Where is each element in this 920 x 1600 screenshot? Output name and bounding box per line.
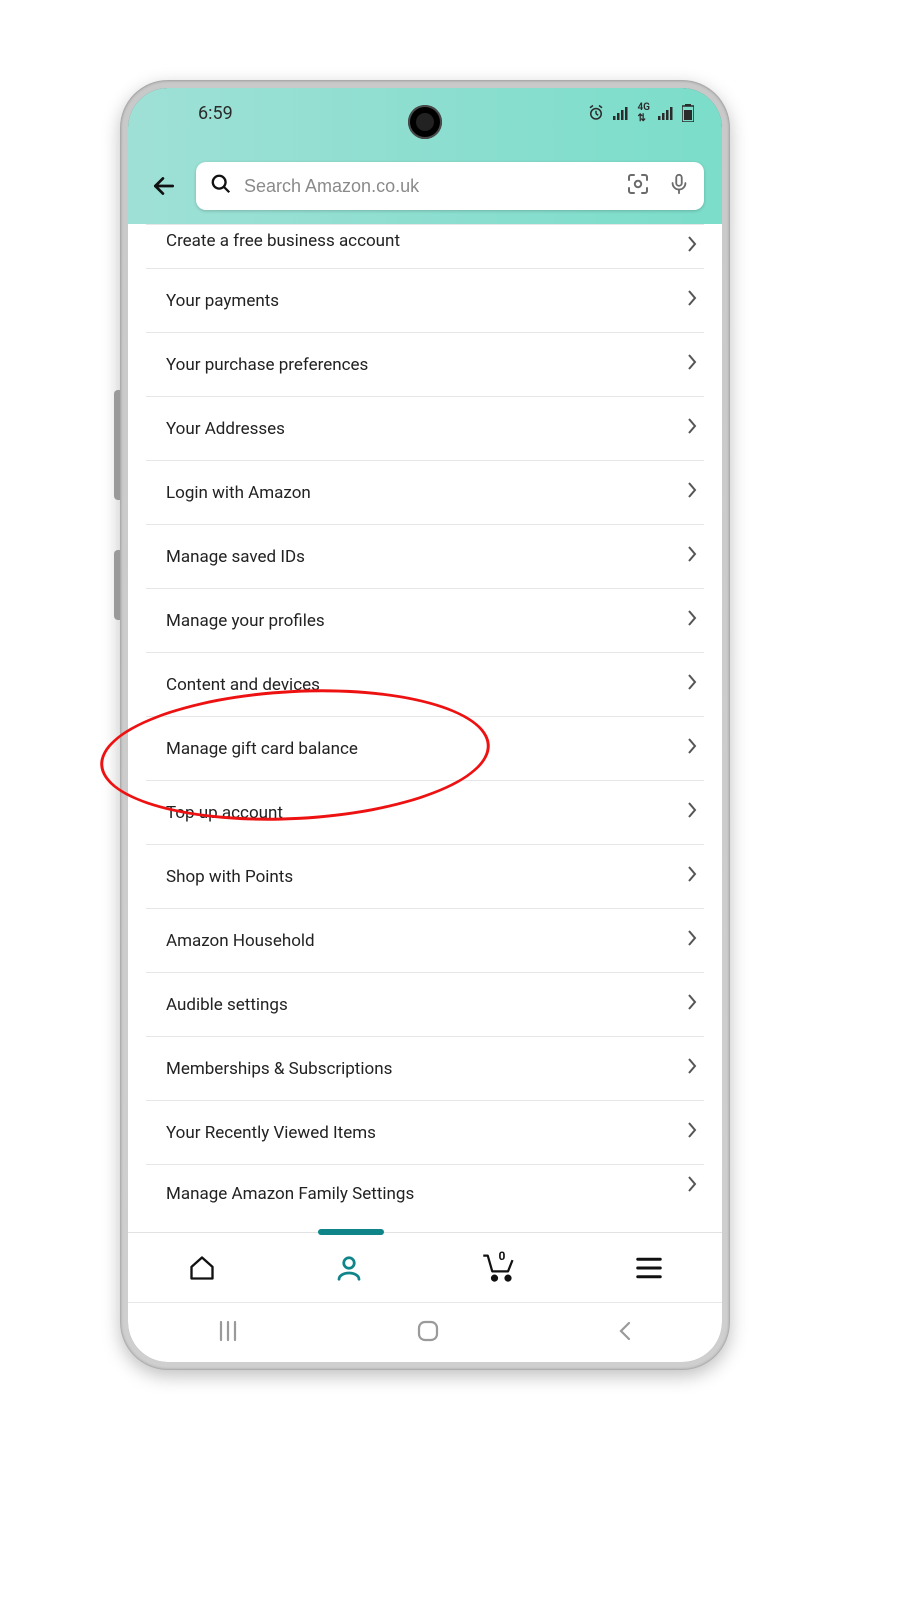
chevron-right-icon	[686, 289, 698, 312]
chevron-right-icon	[686, 801, 698, 824]
menu-item-purchase-prefs[interactable]: Your purchase preferences	[146, 333, 704, 397]
menu-item-login-amazon[interactable]: Login with Amazon	[146, 461, 704, 525]
chevron-right-icon	[686, 929, 698, 952]
camera-search-icon[interactable]	[626, 172, 650, 200]
menu-item-business-account[interactable]: Create a free business account	[146, 225, 704, 269]
menu-item-payments[interactable]: Your payments	[146, 269, 704, 333]
recents-button[interactable]	[215, 1320, 241, 1346]
menu-item-label: Top up account	[166, 803, 283, 823]
menu-item-label: Login with Amazon	[166, 483, 311, 503]
search-input[interactable]	[244, 176, 614, 197]
alarm-icon	[587, 104, 605, 122]
battery-icon	[682, 104, 694, 122]
chevron-right-icon	[686, 545, 698, 568]
network-4g-icon: 4G⇅	[637, 102, 650, 124]
menu-item-label: Your Addresses	[166, 419, 285, 439]
volume-button	[114, 390, 120, 500]
active-tab-indicator	[318, 1229, 384, 1235]
mic-icon[interactable]	[668, 172, 690, 200]
chevron-right-icon	[686, 993, 698, 1016]
search-box[interactable]	[196, 162, 704, 210]
chevron-right-icon	[686, 673, 698, 696]
menu-item-label: Manage Amazon Family Settings	[166, 1184, 414, 1204]
home-button[interactable]	[415, 1318, 441, 1348]
tab-cart[interactable]: 0	[481, 1253, 517, 1283]
status-time: 6:59	[198, 103, 233, 124]
signal-icon-2	[658, 106, 674, 120]
tab-menu[interactable]	[634, 1255, 664, 1281]
chevron-right-icon	[686, 1175, 698, 1198]
menu-item-shop-points[interactable]: Shop with Points	[146, 845, 704, 909]
menu-item-label: Content and devices	[166, 675, 320, 695]
menu-item-family-settings[interactable]: Manage Amazon Family Settings	[146, 1165, 704, 1207]
settings-list: Create a free business account Your paym…	[128, 224, 722, 1232]
menu-item-content-devices[interactable]: Content and devices	[146, 653, 704, 717]
signal-icon	[613, 106, 629, 120]
chevron-right-icon	[686, 353, 698, 376]
menu-item-recent-viewed[interactable]: Your Recently Viewed Items	[146, 1101, 704, 1165]
chevron-right-icon	[686, 1057, 698, 1080]
front-camera	[408, 105, 442, 139]
search-icon	[210, 173, 232, 199]
menu-item-label: Amazon Household	[166, 931, 315, 951]
menu-item-saved-ids[interactable]: Manage saved IDs	[146, 525, 704, 589]
menu-item-label: Shop with Points	[166, 867, 293, 887]
chevron-right-icon	[686, 481, 698, 504]
bottom-tab-nav: 0	[128, 1232, 722, 1302]
system-back-button[interactable]	[615, 1319, 635, 1347]
back-button[interactable]	[146, 173, 182, 199]
menu-item-label: Memberships & Subscriptions	[166, 1059, 392, 1079]
menu-item-topup[interactable]: Top up account	[146, 781, 704, 845]
menu-item-label: Manage saved IDs	[166, 547, 305, 567]
menu-item-label: Manage your profiles	[166, 611, 325, 631]
chevron-right-icon	[686, 235, 698, 258]
menu-item-addresses[interactable]: Your Addresses	[146, 397, 704, 461]
power-button	[114, 550, 120, 620]
chevron-right-icon	[686, 609, 698, 632]
menu-item-household[interactable]: Amazon Household	[146, 909, 704, 973]
chevron-right-icon	[686, 1121, 698, 1144]
menu-item-label: Your payments	[166, 291, 279, 311]
menu-item-label: Create a free business account	[166, 231, 400, 251]
chevron-right-icon	[686, 417, 698, 440]
tab-account[interactable]	[334, 1253, 364, 1283]
menu-item-gift-card[interactable]: Manage gift card balance	[146, 717, 704, 781]
menu-item-label: Manage gift card balance	[166, 739, 358, 759]
tab-home[interactable]	[187, 1254, 217, 1282]
menu-item-label: Audible settings	[166, 995, 288, 1015]
menu-item-audible[interactable]: Audible settings	[146, 973, 704, 1037]
chevron-right-icon	[686, 737, 698, 760]
menu-item-label: Your purchase preferences	[166, 355, 368, 375]
menu-item-profiles[interactable]: Manage your profiles	[146, 589, 704, 653]
chevron-right-icon	[686, 865, 698, 888]
cart-count: 0	[499, 1249, 506, 1263]
system-nav-bar	[128, 1302, 722, 1362]
device-frame: 6:59 4G⇅	[120, 80, 730, 1370]
menu-item-memberships[interactable]: Memberships & Subscriptions	[146, 1037, 704, 1101]
menu-item-label: Your Recently Viewed Items	[166, 1123, 376, 1143]
